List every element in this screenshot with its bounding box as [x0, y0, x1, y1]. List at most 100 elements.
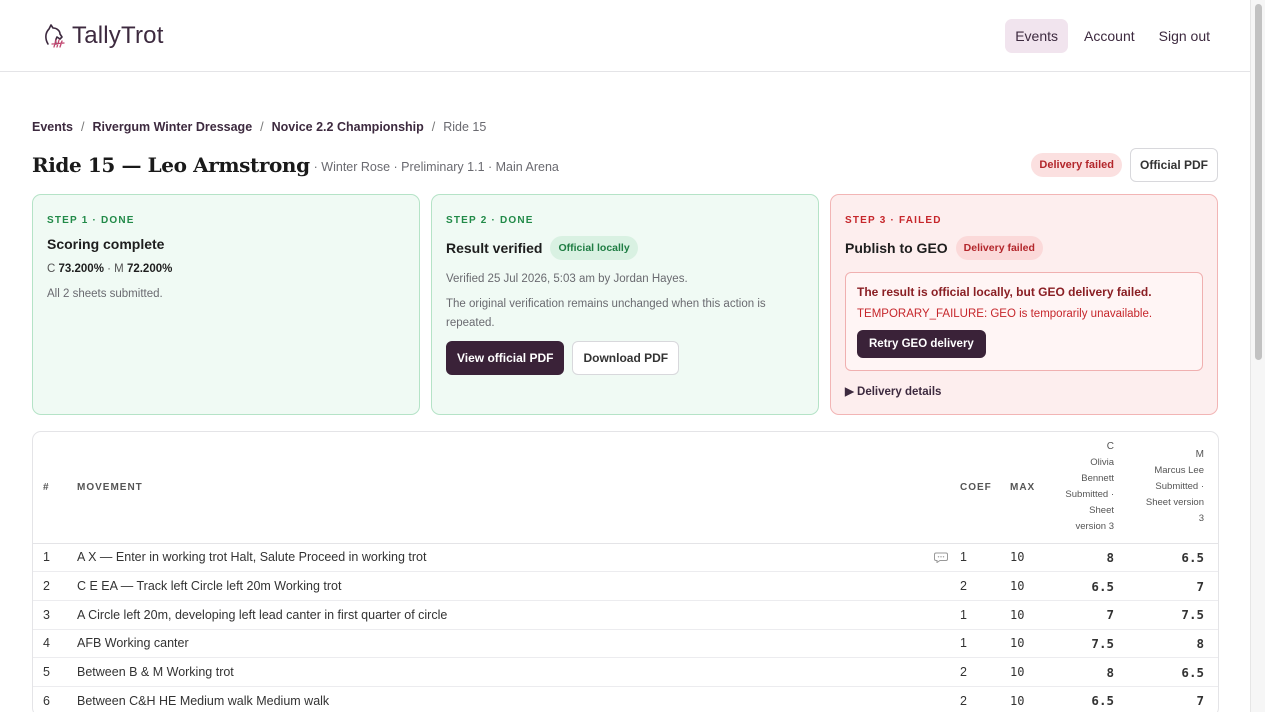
table-row: 2 C E EA — Track left Circle left 20m Wo…: [33, 571, 1218, 601]
status-badge: Delivery failed: [1031, 153, 1122, 177]
row-movement: C E EA — Track left Circle left 20m Work…: [67, 571, 960, 601]
row-max: 10: [1000, 600, 1052, 630]
main-nav: Events Account Sign out: [1005, 18, 1218, 53]
step-title-row: Publish to GEO Delivery failed: [845, 236, 1203, 260]
col-movement: MOVEMENT: [67, 432, 960, 544]
pdf-actions: View official PDF Download PDF: [446, 341, 804, 375]
nav-events[interactable]: Events: [1005, 18, 1069, 53]
alert-title: The result is official locally, but GEO …: [857, 285, 1152, 299]
table-row: 6 Between C&H HE Medium walk Medium walk…: [33, 686, 1218, 712]
nav-account[interactable]: Account: [1076, 19, 1143, 53]
row-number: 3: [33, 600, 67, 630]
row-movement: A Circle left 20m, developing left lead …: [67, 600, 960, 630]
page-title: Ride 15 — Leo Armstrong: [32, 153, 310, 177]
breadcrumb-class[interactable]: Novice 2.2 Championship: [272, 120, 424, 134]
judge-m-line: Submitted ·: [1155, 481, 1204, 493]
row-movement: Between C&H HE Medium walk Medium walk: [67, 686, 960, 712]
row-coef: 2: [960, 657, 1000, 687]
official-pdf-button[interactable]: Official PDF: [1129, 148, 1218, 182]
row-score-c: 7.5: [1052, 629, 1128, 659]
col-judge-c: C Olivia Bennett Submitted · Sheet versi…: [1052, 432, 1128, 544]
delivery-details-toggle[interactable]: ▶ Delivery details: [845, 384, 1203, 398]
breadcrumb-current: Ride 15: [443, 120, 487, 134]
breadcrumb: Events / Rivergum Winter Dressage / Novi…: [32, 120, 1218, 134]
score-c-value: 73.200%: [58, 263, 104, 275]
step-label: STEP 2 · DONE: [446, 215, 534, 226]
row-movement: A X — Enter in working trot Halt, Salute…: [67, 543, 960, 573]
row-score-m: 6.5: [1128, 657, 1218, 687]
score-separator: · M: [107, 263, 124, 275]
scrollbar-thumb[interactable]: [1255, 4, 1262, 360]
title-actions: Delivery failed Official PDF: [1031, 148, 1218, 182]
retry-geo-delivery-button[interactable]: Retry GEO delivery: [857, 330, 986, 358]
workflow-steps: STEP 1 · DONE Scoring complete C 73.200%…: [32, 194, 1218, 415]
page-subtitle: · Winter Rose · Preliminary 1.1 · Main A…: [313, 160, 559, 174]
col-judge-m: M Marcus Lee Submitted · Sheet version 3: [1128, 432, 1218, 544]
judge-m-line: 3: [1198, 513, 1204, 525]
official-locally-badge: Official locally: [550, 236, 638, 260]
judge-c-letter: C: [1106, 441, 1114, 453]
row-max: 10: [1000, 629, 1052, 659]
row-score-m: 7: [1128, 686, 1218, 712]
comment-icon[interactable]: [934, 552, 948, 564]
row-coef: 2: [960, 686, 1000, 712]
row-max: 10: [1000, 571, 1052, 601]
table-row: 4 AFB Working canter 1 10 7.5 8: [33, 629, 1218, 659]
score-m-value: 72.200%: [126, 263, 173, 275]
judge-c-line: Bennett: [1081, 473, 1114, 485]
col-max: MAX: [1000, 432, 1052, 544]
download-pdf-button[interactable]: Download PDF: [572, 341, 680, 375]
scores-table-card: # MOVEMENT COEF MAX C Olivia Bennett Sub…: [32, 431, 1219, 712]
row-movement: Between B & M Working trot: [67, 657, 960, 687]
row-number: 6: [33, 686, 67, 712]
horse-logo-icon: [45, 23, 65, 48]
judge-c-line: version 3: [1075, 521, 1114, 533]
delivery-error-alert: The result is official locally, but GEO …: [845, 272, 1203, 371]
step-title: Result verified: [446, 240, 543, 256]
page-scrollbar[interactable]: [1250, 0, 1265, 712]
row-score-m: 8: [1128, 629, 1218, 659]
row-number: 1: [33, 543, 67, 573]
row-score-m: 6.5: [1128, 543, 1218, 573]
breadcrumb-separator: /: [260, 120, 264, 134]
step-scoring: STEP 1 · DONE Scoring complete C 73.200%…: [32, 194, 420, 415]
row-score-c: 8: [1052, 657, 1128, 687]
step-publish: STEP 3 · FAILED Publish to GEO Delivery …: [830, 194, 1218, 415]
judge-m-line: Sheet version: [1145, 497, 1204, 509]
col-number: #: [33, 432, 67, 544]
delivery-failed-badge: Delivery failed: [955, 236, 1043, 260]
score-summary: C 73.200% · M 72.200%: [47, 263, 405, 275]
row-score-m: 7.5: [1128, 600, 1218, 630]
row-number: 2: [33, 571, 67, 601]
view-official-pdf-button[interactable]: View official PDF: [446, 341, 565, 375]
page: TallyTrot Events Account Sign out Events…: [0, 0, 1250, 712]
row-max: 10: [1000, 686, 1052, 712]
row-max: 10: [1000, 543, 1052, 573]
row-coef: 1: [960, 543, 1000, 573]
breadcrumb-events[interactable]: Events: [32, 120, 73, 134]
judge-c-line: Sheet: [1089, 505, 1114, 517]
table-row: 3 A Circle left 20m, developing left lea…: [33, 600, 1218, 630]
sheets-note: All 2 sheets submitted.: [47, 288, 163, 300]
table-row: 5 Between B & M Working trot 2 10 8 6.5: [33, 657, 1218, 687]
breadcrumb-event[interactable]: Rivergum Winter Dressage: [92, 120, 252, 134]
table-header-row: # MOVEMENT COEF MAX C Olivia Bennett Sub…: [33, 432, 1218, 544]
breadcrumb-separator: /: [81, 120, 85, 134]
brand[interactable]: TallyTrot: [40, 22, 164, 50]
main-content: Events / Rivergum Winter Dressage / Novi…: [0, 120, 1250, 712]
row-score-c: 8: [1052, 543, 1128, 573]
judge-c-line: Submitted ·: [1065, 489, 1114, 501]
step-title-row: Scoring complete: [47, 236, 405, 252]
verification-note: The original verification remains unchan…: [446, 298, 766, 329]
row-movement: AFB Working canter: [67, 629, 960, 659]
row-number: 5: [33, 657, 67, 687]
step-title: Scoring complete: [47, 236, 165, 252]
alert-message: TEMPORARY_FAILURE: GEO is temporarily un…: [857, 308, 1153, 320]
row-max: 10: [1000, 657, 1052, 687]
row-score-c: 6.5: [1052, 571, 1128, 601]
brand-name: TallyTrot: [72, 21, 164, 49]
nav-sign-out[interactable]: Sign out: [1151, 19, 1218, 53]
row-score-c: 6.5: [1052, 686, 1128, 712]
score-c-label: C: [47, 263, 56, 275]
judge-m-letter: M: [1195, 449, 1204, 461]
